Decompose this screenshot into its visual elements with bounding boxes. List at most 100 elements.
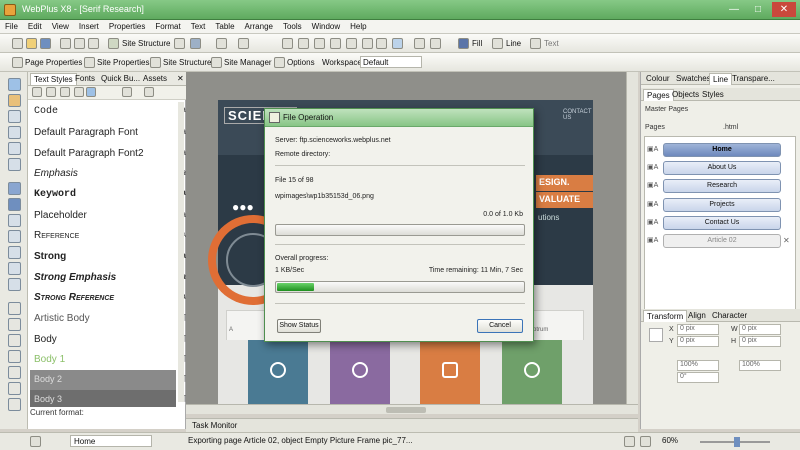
text-color-icon[interactable] bbox=[530, 38, 541, 49]
site-structure-icon[interactable] bbox=[108, 38, 119, 49]
brush-icon[interactable] bbox=[122, 87, 132, 97]
style-options-icon[interactable] bbox=[144, 87, 154, 97]
snap-icon[interactable] bbox=[392, 38, 403, 49]
style-item[interactable]: Keyworda bbox=[30, 185, 186, 205]
line-icon[interactable] bbox=[492, 38, 503, 49]
menu-arrange[interactable]: Arrange bbox=[240, 20, 278, 31]
anchor-point-icon[interactable] bbox=[649, 328, 663, 342]
scale-x-field[interactable]: 100% bbox=[677, 360, 719, 371]
a-style2-icon[interactable] bbox=[46, 87, 56, 97]
style-item[interactable]: Body 1¶ bbox=[30, 350, 186, 370]
menu-text[interactable]: Text bbox=[186, 20, 211, 31]
style-item[interactable]: Default Paragraph Font2a bbox=[30, 144, 186, 164]
tab-transform[interactable]: Transform bbox=[643, 310, 688, 322]
canvas-vertical-scrollbar[interactable] bbox=[626, 72, 638, 404]
cancel-button[interactable]: Cancel bbox=[477, 319, 523, 333]
open-icon[interactable] bbox=[26, 38, 37, 49]
page-hidden-icon[interactable]: ✕ bbox=[783, 236, 790, 245]
site-structure-button[interactable]: Site Structure bbox=[122, 39, 170, 48]
publish-icon[interactable] bbox=[190, 38, 201, 49]
widget-tool-icon[interactable] bbox=[8, 382, 21, 395]
paste-icon[interactable] bbox=[88, 38, 99, 49]
arrange-icon[interactable] bbox=[282, 38, 293, 49]
page-item-projects[interactable]: Projects bbox=[663, 198, 781, 212]
pencil-tool-icon[interactable] bbox=[8, 214, 21, 227]
text-frame-tool-icon[interactable] bbox=[8, 126, 21, 139]
page-item-article-02[interactable]: Article 02 bbox=[663, 234, 781, 248]
grid-icon[interactable] bbox=[376, 38, 387, 49]
style-item[interactable]: Strong Emphasisa bbox=[30, 268, 186, 288]
tab-character[interactable]: Character bbox=[709, 310, 750, 322]
form-tool-icon[interactable] bbox=[8, 302, 21, 315]
ecommerce-tool-icon[interactable] bbox=[8, 398, 21, 411]
save-icon[interactable] bbox=[40, 38, 51, 49]
style-item[interactable]: Body 2¶ bbox=[30, 370, 186, 390]
menu-help[interactable]: Help bbox=[345, 20, 371, 31]
gallery-tool-icon[interactable] bbox=[8, 366, 21, 379]
rotate-icon[interactable] bbox=[362, 38, 373, 49]
menu-window[interactable]: Window bbox=[307, 20, 345, 31]
style-item[interactable]: Placeholdera bbox=[30, 206, 186, 226]
table-tool-icon[interactable] bbox=[8, 142, 21, 155]
styles-scrollbar[interactable] bbox=[178, 102, 184, 402]
minimize-icon[interactable]: — bbox=[722, 2, 746, 17]
master-pages-label[interactable]: Master Pages bbox=[645, 106, 688, 113]
x-field[interactable]: 0 pix bbox=[677, 324, 719, 335]
workspace-select[interactable]: Default bbox=[360, 56, 422, 68]
html-tool-icon[interactable] bbox=[8, 158, 21, 171]
tab-styles[interactable]: Styles bbox=[699, 89, 727, 101]
tab-fonts[interactable]: Fonts bbox=[72, 73, 98, 85]
fill-tool-icon[interactable] bbox=[8, 230, 21, 243]
style-item[interactable]: Stronga bbox=[30, 247, 186, 267]
zoom-level[interactable]: 60% bbox=[662, 436, 678, 445]
page-item-about-us[interactable]: About Us bbox=[663, 161, 781, 175]
html-label[interactable]: .html bbox=[723, 124, 738, 131]
zoom-tool-icon[interactable] bbox=[624, 436, 635, 447]
style-item[interactable]: Artistic Body¶ bbox=[30, 309, 186, 329]
tab-objects[interactable]: Objects bbox=[669, 89, 702, 101]
frame-icon[interactable] bbox=[430, 38, 441, 49]
artistic-text-tool-icon[interactable] bbox=[8, 110, 21, 123]
tab-swatches[interactable]: Swatches bbox=[673, 73, 714, 85]
y-field[interactable]: 0 pix bbox=[677, 336, 719, 347]
options-button[interactable]: Options bbox=[287, 58, 315, 67]
object-tool-icon[interactable] bbox=[8, 94, 21, 107]
style-item[interactable]: Codea bbox=[30, 102, 186, 122]
table-icon[interactable] bbox=[414, 38, 425, 49]
crop-icon[interactable] bbox=[346, 38, 357, 49]
home-icon[interactable] bbox=[30, 436, 41, 447]
new-icon[interactable] bbox=[12, 38, 23, 49]
page-select[interactable]: Home bbox=[70, 435, 152, 447]
show-status-button[interactable]: Show Status bbox=[277, 319, 321, 333]
style-item[interactable]: Body¶ bbox=[30, 330, 186, 350]
smart-object-tool-icon[interactable] bbox=[8, 350, 21, 363]
maximize-icon[interactable]: □ bbox=[746, 2, 770, 17]
hand-tool-icon[interactable] bbox=[640, 436, 651, 447]
style-item[interactable]: Body 3¶ bbox=[30, 390, 186, 407]
lock-icon[interactable] bbox=[330, 38, 341, 49]
scale-y-field[interactable]: 100% bbox=[739, 360, 781, 371]
a-style-icon[interactable] bbox=[32, 87, 42, 97]
group-icon[interactable] bbox=[314, 38, 325, 49]
style-item[interactable]: Referencea bbox=[30, 226, 186, 246]
page-properties-button[interactable]: Page Properties bbox=[25, 58, 82, 67]
rotation-field[interactable]: 0° bbox=[677, 372, 719, 383]
media-tool-icon[interactable] bbox=[8, 318, 21, 331]
a-style5-icon[interactable] bbox=[86, 87, 96, 97]
scroll-thumb[interactable] bbox=[386, 407, 426, 413]
undo-icon[interactable] bbox=[216, 38, 227, 49]
crop-tool-icon[interactable] bbox=[8, 246, 21, 259]
style-item[interactable]: Default Paragraph Fonta bbox=[30, 123, 186, 143]
page-item-contact-us[interactable]: Contact Us bbox=[663, 216, 781, 230]
menu-table[interactable]: Table bbox=[210, 20, 239, 31]
canvas-horizontal-scrollbar[interactable] bbox=[186, 404, 638, 414]
shape-tool-icon[interactable] bbox=[8, 182, 21, 195]
menu-tools[interactable]: Tools bbox=[278, 20, 307, 31]
tab-assets[interactable]: Assets bbox=[140, 73, 170, 85]
photo-tool-icon[interactable] bbox=[8, 262, 21, 275]
style-item[interactable]: Emphasisa bbox=[30, 164, 186, 184]
cut-icon[interactable] bbox=[60, 38, 71, 49]
fill-button[interactable]: Fill bbox=[472, 39, 482, 48]
navbar-tool-icon[interactable] bbox=[8, 334, 21, 347]
link-tool-icon[interactable] bbox=[8, 278, 21, 291]
